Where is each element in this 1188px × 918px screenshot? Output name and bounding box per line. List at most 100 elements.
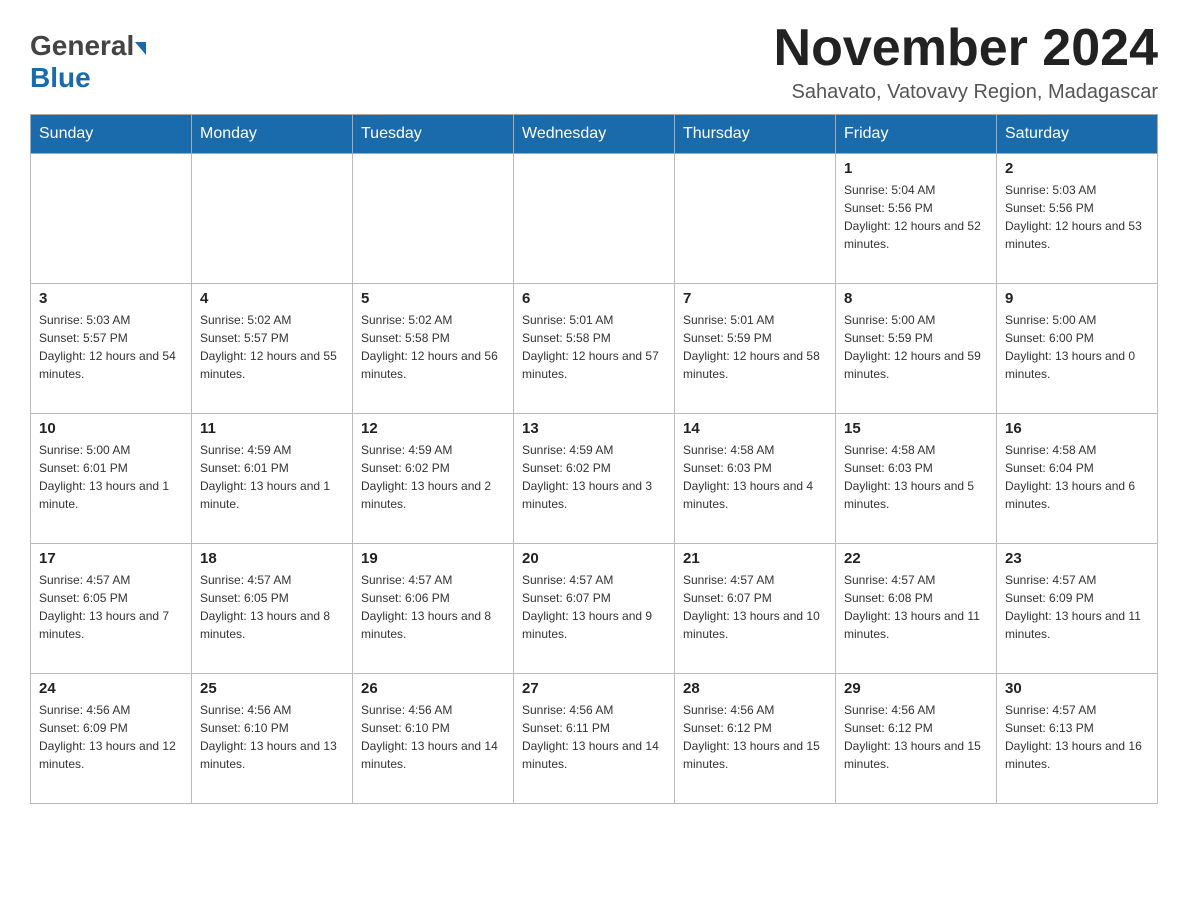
day-info: Sunrise: 4:59 AMSunset: 6:02 PMDaylight:… (522, 441, 666, 513)
day-info: Sunrise: 5:03 AMSunset: 5:57 PMDaylight:… (39, 311, 183, 383)
day-number: 20 (522, 550, 666, 567)
day-number: 24 (39, 680, 183, 697)
calendar-cell: 15 Sunrise: 4:58 AMSunset: 6:03 PMDayligh… (836, 414, 997, 544)
page-title: November 2024 (774, 20, 1158, 77)
calendar-cell: 30 Sunrise: 4:57 AMSunset: 6:13 PMDayligh… (997, 674, 1158, 804)
calendar-cell: 13 Sunrise: 4:59 AMSunset: 6:02 PMDayligh… (514, 414, 675, 544)
calendar-cell: 26 Sunrise: 4:56 AMSunset: 6:10 PMDayligh… (353, 674, 514, 804)
calendar-header-wednesday: Wednesday (514, 115, 675, 154)
day-info: Sunrise: 5:00 AMSunset: 6:00 PMDaylight:… (1005, 311, 1149, 383)
calendar-cell: 7 Sunrise: 5:01 AMSunset: 5:59 PMDaylight… (675, 284, 836, 414)
day-number: 25 (200, 680, 344, 697)
day-number: 21 (683, 550, 827, 567)
day-number: 9 (1005, 290, 1149, 307)
day-number: 17 (39, 550, 183, 567)
day-number: 19 (361, 550, 505, 567)
day-number: 29 (844, 680, 988, 697)
day-info: Sunrise: 4:56 AMSunset: 6:11 PMDaylight:… (522, 701, 666, 773)
day-info: Sunrise: 4:59 AMSunset: 6:01 PMDaylight:… (200, 441, 344, 513)
day-number: 14 (683, 420, 827, 437)
day-info: Sunrise: 4:58 AMSunset: 6:03 PMDaylight:… (844, 441, 988, 513)
calendar-cell: 12Sunrise: 4:59 AMSunset: 6:02 PMDayligh… (353, 414, 514, 544)
calendar-header-row: SundayMondayTuesdayWednesdayThursdayFrid… (31, 115, 1158, 154)
day-info: Sunrise: 4:57 AMSunset: 6:07 PMDaylight:… (683, 571, 827, 643)
calendar-cell: 23 Sunrise: 4:57 AMSunset: 6:09 PMDayligh… (997, 544, 1158, 674)
page-header: General Blue November 2024 Sahavato, Vat… (30, 20, 1158, 104)
calendar-cell: 19 Sunrise: 4:57 AMSunset: 6:06 PMDayligh… (353, 544, 514, 674)
day-number: 27 (522, 680, 666, 697)
calendar-cell: 27 Sunrise: 4:56 AMSunset: 6:11 PMDayligh… (514, 674, 675, 804)
day-info: Sunrise: 4:56 AMSunset: 6:12 PMDaylight:… (683, 701, 827, 773)
day-info: Sunrise: 4:57 AMSunset: 6:13 PMDaylight:… (1005, 701, 1149, 773)
day-info: Sunrise: 5:00 AMSunset: 5:59 PMDaylight:… (844, 311, 988, 383)
calendar-cell: 17 Sunrise: 4:57 AMSunset: 6:05 PMDayligh… (31, 544, 192, 674)
day-number: 3 (39, 290, 183, 307)
day-info: Sunrise: 4:57 AMSunset: 6:06 PMDaylight:… (361, 571, 505, 643)
day-info: Sunrise: 5:00 AMSunset: 6:01 PMDaylight:… (39, 441, 183, 513)
day-info: Sunrise: 4:57 AMSunset: 6:05 PMDaylight:… (39, 571, 183, 643)
calendar-cell: 25Sunrise: 4:56 AMSunset: 6:10 PMDayligh… (192, 674, 353, 804)
day-info: Sunrise: 4:56 AMSunset: 6:12 PMDaylight:… (844, 701, 988, 773)
day-number: 18 (200, 550, 344, 567)
calendar-week-row: 10 Sunrise: 5:00 AMSunset: 6:01 PMDayligh… (31, 414, 1158, 544)
day-info: Sunrise: 4:57 AMSunset: 6:09 PMDaylight:… (1005, 571, 1149, 643)
calendar-header-monday: Monday (192, 115, 353, 154)
day-number: 22 (844, 550, 988, 567)
day-info: Sunrise: 5:04 AMSunset: 5:56 PMDaylight:… (844, 181, 988, 253)
calendar-header-thursday: Thursday (675, 115, 836, 154)
calendar-week-row: 24 Sunrise: 4:56 AMSunset: 6:09 PMDayligh… (31, 674, 1158, 804)
calendar-header-saturday: Saturday (997, 115, 1158, 154)
day-number: 12 (361, 420, 505, 437)
day-info: Sunrise: 5:03 AMSunset: 5:56 PMDaylight:… (1005, 181, 1149, 253)
day-info: Sunrise: 4:58 AMSunset: 6:03 PMDaylight:… (683, 441, 827, 513)
calendar-cell: 14 Sunrise: 4:58 AMSunset: 6:03 PMDayligh… (675, 414, 836, 544)
calendar-cell: 6 Sunrise: 5:01 AMSunset: 5:58 PMDaylight… (514, 284, 675, 414)
logo-arrow-icon (135, 42, 146, 55)
calendar-cell: 28 Sunrise: 4:56 AMSunset: 6:12 PMDayligh… (675, 674, 836, 804)
day-number: 11 (200, 420, 344, 437)
day-info: Sunrise: 4:56 AMSunset: 6:09 PMDaylight:… (39, 701, 183, 773)
day-number: 4 (200, 290, 344, 307)
day-number: 30 (1005, 680, 1149, 697)
calendar-cell: 4Sunrise: 5:02 AMSunset: 5:57 PMDaylight… (192, 284, 353, 414)
day-number: 28 (683, 680, 827, 697)
calendar-header-tuesday: Tuesday (353, 115, 514, 154)
calendar-cell: 21 Sunrise: 4:57 AMSunset: 6:07 PMDayligh… (675, 544, 836, 674)
day-number: 26 (361, 680, 505, 697)
day-number: 15 (844, 420, 988, 437)
calendar-header-sunday: Sunday (31, 115, 192, 154)
day-info: Sunrise: 4:58 AMSunset: 6:04 PMDaylight:… (1005, 441, 1149, 513)
calendar-cell (514, 154, 675, 284)
day-info: Sunrise: 5:01 AMSunset: 5:59 PMDaylight:… (683, 311, 827, 383)
page-subtitle: Sahavato, Vatovavy Region, Madagascar (774, 81, 1158, 104)
calendar-cell: 24 Sunrise: 4:56 AMSunset: 6:09 PMDayligh… (31, 674, 192, 804)
calendar-header-friday: Friday (836, 115, 997, 154)
calendar-week-row: 3 Sunrise: 5:03 AMSunset: 5:57 PMDaylight… (31, 284, 1158, 414)
day-info: Sunrise: 4:57 AMSunset: 6:05 PMDaylight:… (200, 571, 344, 643)
calendar-cell: 29 Sunrise: 4:56 AMSunset: 6:12 PMDayligh… (836, 674, 997, 804)
day-info: Sunrise: 5:01 AMSunset: 5:58 PMDaylight:… (522, 311, 666, 383)
calendar-cell: 9 Sunrise: 5:00 AMSunset: 6:00 PMDaylight… (997, 284, 1158, 414)
calendar-week-row: 1 Sunrise: 5:04 AMSunset: 5:56 PMDaylight… (31, 154, 1158, 284)
calendar-cell (675, 154, 836, 284)
day-number: 16 (1005, 420, 1149, 437)
calendar-cell: 2 Sunrise: 5:03 AMSunset: 5:56 PMDaylight… (997, 154, 1158, 284)
calendar-cell: 11 Sunrise: 4:59 AMSunset: 6:01 PMDayligh… (192, 414, 353, 544)
calendar-cell: 8Sunrise: 5:00 AMSunset: 5:59 PMDaylight… (836, 284, 997, 414)
day-number: 13 (522, 420, 666, 437)
day-number: 10 (39, 420, 183, 437)
day-info: Sunrise: 5:02 AMSunset: 5:58 PMDaylight:… (361, 311, 505, 383)
day-number: 6 (522, 290, 666, 307)
logo-blue-text: Blue (30, 62, 91, 93)
calendar-table: SundayMondayTuesdayWednesdayThursdayFrid… (30, 114, 1158, 804)
calendar-cell: 16 Sunrise: 4:58 AMSunset: 6:04 PMDayligh… (997, 414, 1158, 544)
logo: General Blue (30, 30, 146, 94)
day-number: 23 (1005, 550, 1149, 567)
day-info: Sunrise: 4:56 AMSunset: 6:10 PMDaylight:… (361, 701, 505, 773)
logo-general-text: General (30, 30, 134, 62)
day-number: 2 (1005, 160, 1149, 177)
day-number: 1 (844, 160, 988, 177)
day-number: 5 (361, 290, 505, 307)
calendar-cell: 1 Sunrise: 5:04 AMSunset: 5:56 PMDaylight… (836, 154, 997, 284)
day-number: 7 (683, 290, 827, 307)
